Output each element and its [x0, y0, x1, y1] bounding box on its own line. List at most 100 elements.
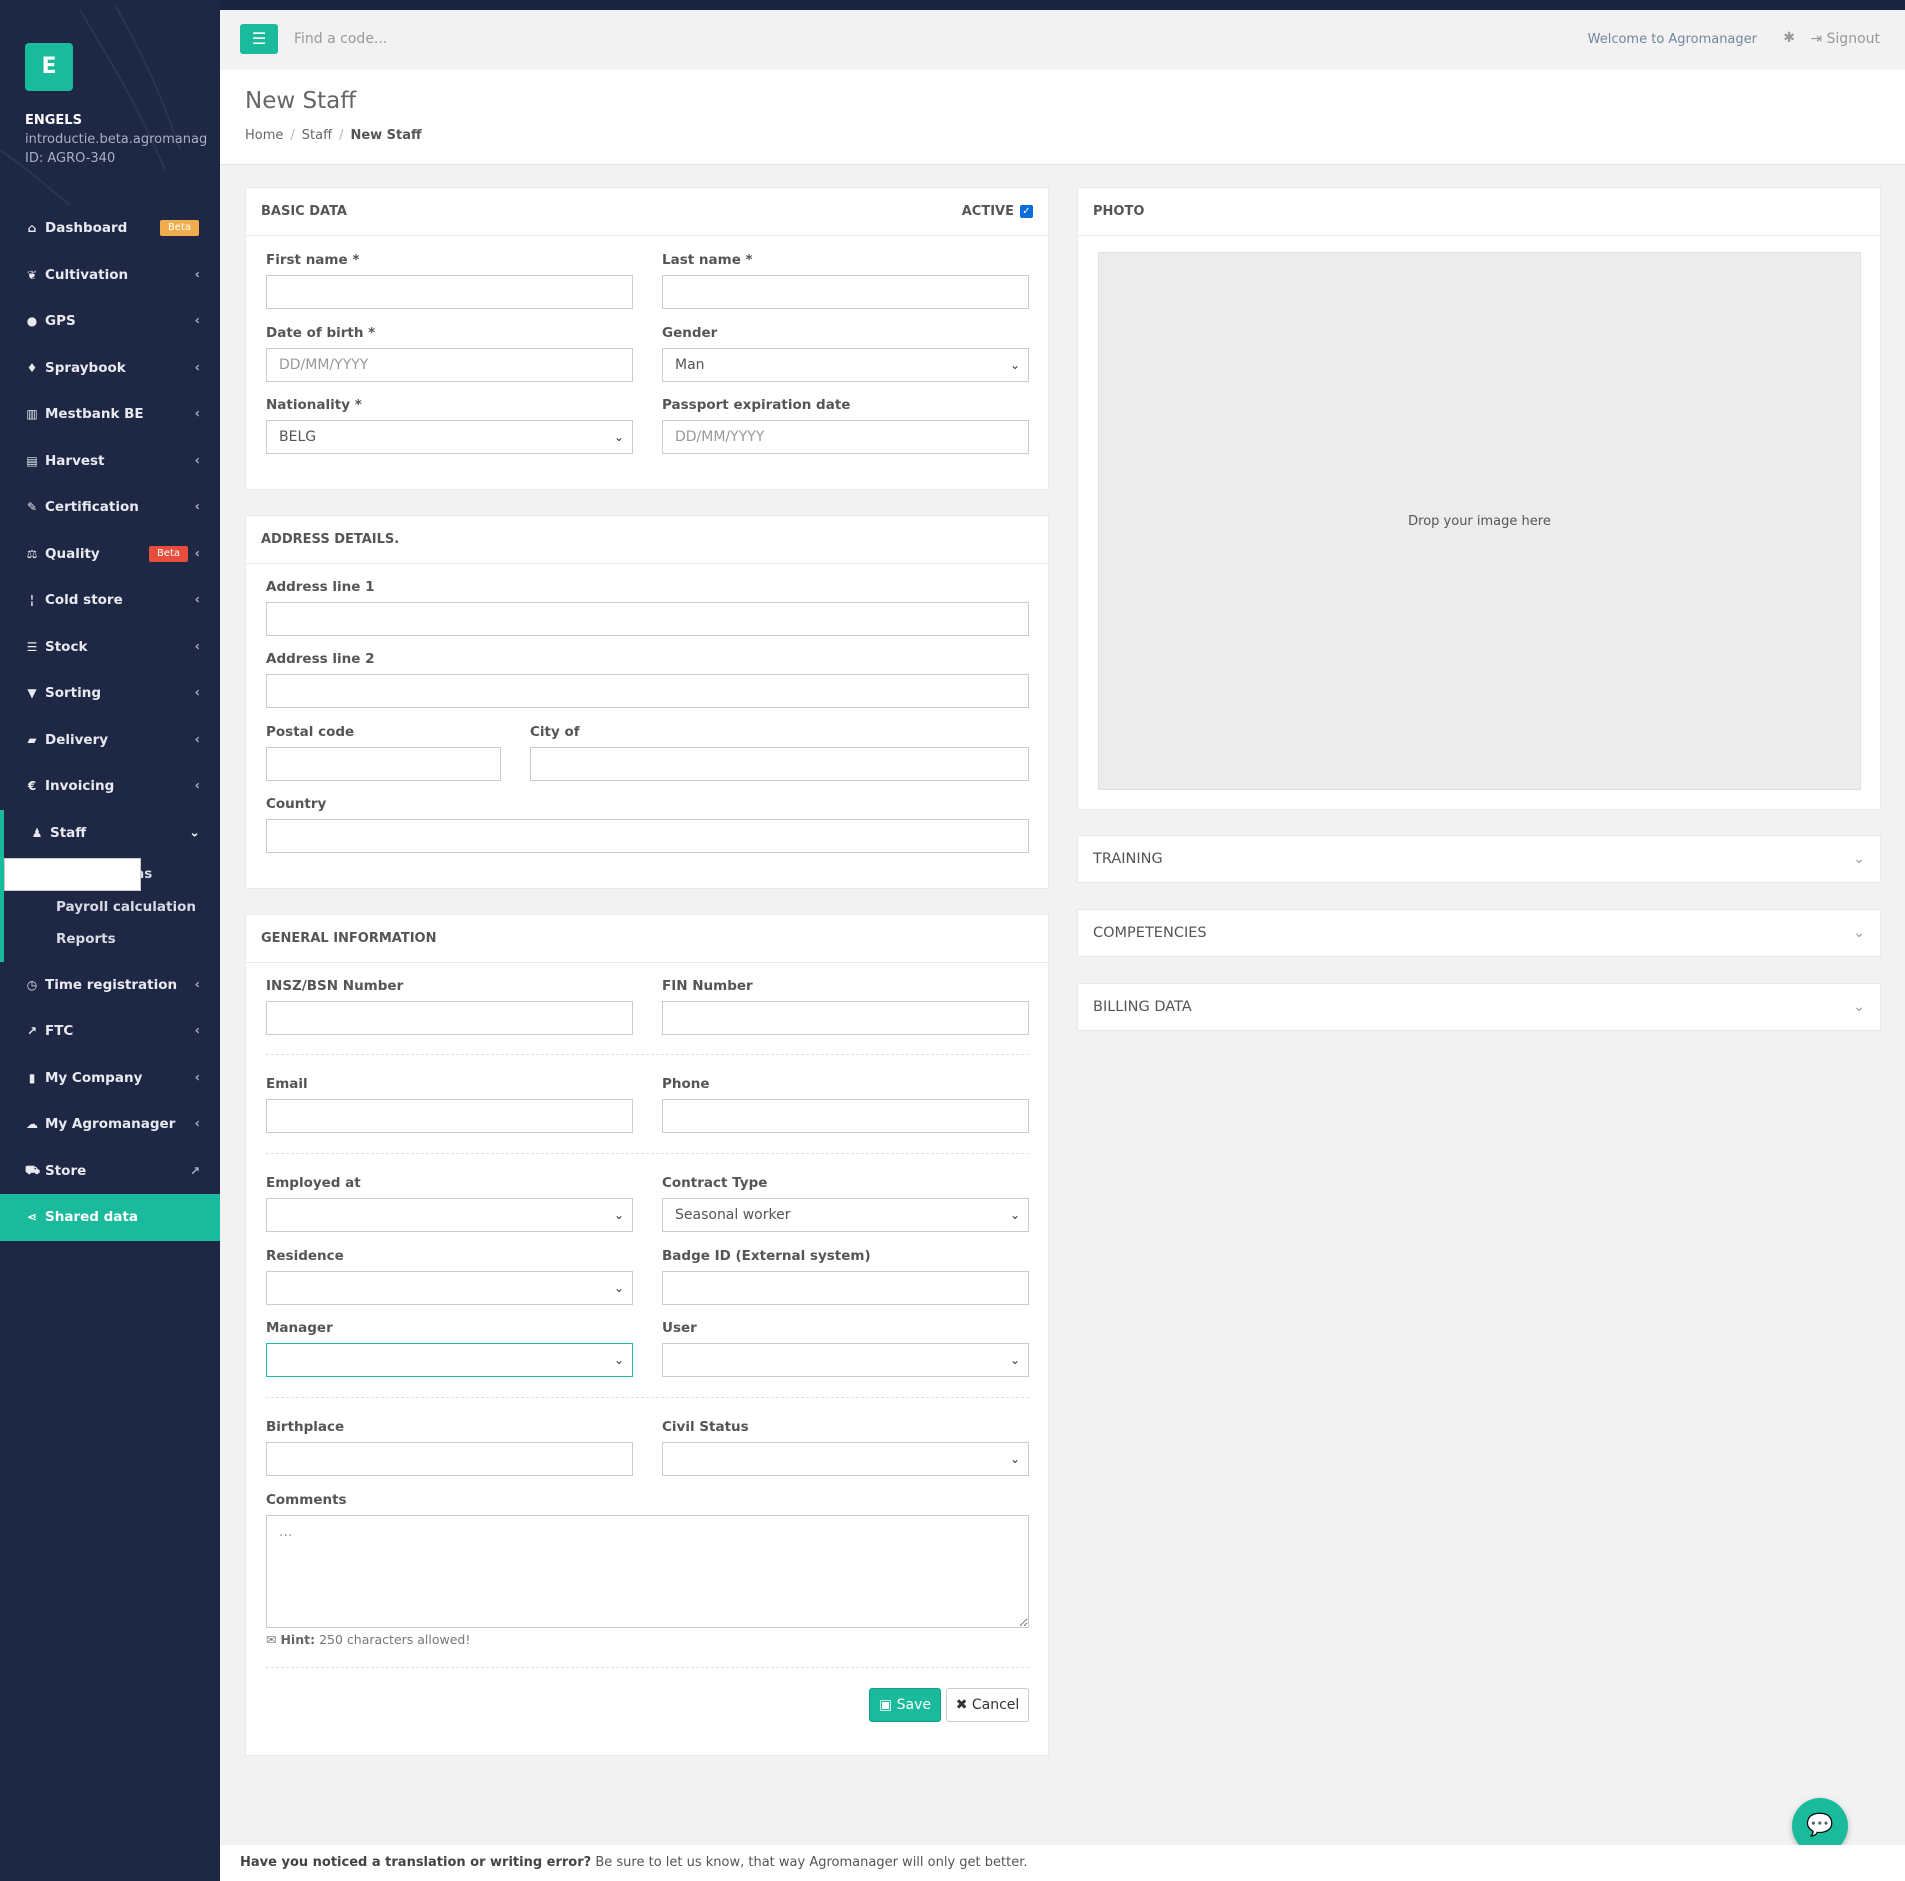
- last-name-input[interactable]: [662, 275, 1029, 309]
- employed-at-select[interactable]: ⌄: [266, 1198, 633, 1232]
- bug-report-icon[interactable]: ✱: [1783, 30, 1795, 46]
- dob-label: Date of birth *: [266, 325, 376, 341]
- sidebar-nav: ⌂ Dashboard Beta ❦ Cultivation ‹ ● GPS ‹…: [0, 205, 220, 1241]
- sidebar-item-quality[interactable]: ⚖ Quality Beta ‹: [0, 531, 220, 578]
- menu-toggle-button[interactable]: ☰: [240, 24, 278, 54]
- save-button[interactable]: ▣ Save: [869, 1688, 941, 1722]
- search-input[interactable]: [294, 24, 594, 54]
- sidebar-item-label: Dashboard: [45, 220, 128, 237]
- employed-at-label: Employed at: [266, 1175, 361, 1191]
- user-select[interactable]: ⌄: [662, 1343, 1029, 1377]
- chevron-left-icon: ‹: [194, 546, 200, 562]
- training-panel[interactable]: TRAINING ⌄: [1077, 835, 1881, 883]
- active-toggle[interactable]: ACTIVE ✓: [962, 188, 1033, 236]
- sidebar-item-harvest[interactable]: ▤ Harvest ‹: [0, 438, 220, 485]
- truck-icon: ▰: [27, 732, 37, 747]
- country-input[interactable]: [266, 819, 1029, 853]
- residence-select[interactable]: ⌄: [266, 1271, 633, 1305]
- badge-id-input[interactable]: [662, 1271, 1029, 1305]
- passport-input[interactable]: [662, 420, 1029, 454]
- fin-input[interactable]: [662, 1001, 1029, 1035]
- chevron-down-icon[interactable]: ⌄: [1853, 984, 1865, 1030]
- training-header[interactable]: TRAINING ⌄: [1078, 836, 1880, 882]
- staff-submenu: Overview Transactions Payroll calculatio…: [0, 856, 220, 962]
- hamburger-icon: ☰: [251, 29, 267, 48]
- sidebar-item-delivery[interactable]: ▰ Delivery ‹: [0, 717, 220, 764]
- chevron-down-icon[interactable]: ⌄: [1853, 910, 1865, 956]
- footer-bold-text: Have you noticed a translation or writin…: [240, 1855, 592, 1870]
- sidebar-item-staff[interactable]: ♟ Staff ⌄: [0, 809, 220, 856]
- competencies-panel[interactable]: COMPETENCIES ⌄: [1077, 909, 1881, 957]
- billing-data-header[interactable]: BILLING DATA ⌄: [1078, 984, 1880, 1030]
- sidebar-item-time-registration[interactable]: ◷ Time registration ‹: [0, 962, 220, 1009]
- sidebar-item-cultivation[interactable]: ❦ Cultivation ‹: [0, 252, 220, 299]
- general-info-title: GENERAL INFORMATION: [246, 915, 1048, 963]
- breadcrumb-staff[interactable]: Staff: [302, 128, 332, 143]
- contract-type-select[interactable]: Seasonal worker ⌄: [662, 1198, 1029, 1232]
- sidebar-item-stock[interactable]: ☰ Stock ‹: [0, 624, 220, 671]
- chevron-left-icon: ‹: [194, 313, 200, 329]
- basic-data-panel: BASIC DATA ACTIVE ✓ First name * Last nam…: [245, 187, 1049, 490]
- sidebar-item-label: Stock: [45, 638, 88, 655]
- address-title: ADDRESS DETAILS.: [246, 516, 1048, 564]
- sidebar-item-label: Quality: [45, 545, 100, 562]
- sidebar-item-label: Harvest: [45, 452, 105, 469]
- sidebar-item-sorting[interactable]: ▼ Sorting ‹: [0, 670, 220, 717]
- insz-input[interactable]: [266, 1001, 633, 1035]
- address-line1-label: Address line 1: [266, 579, 375, 595]
- sidebar-item-shared-data[interactable]: ⋖ Shared data: [0, 1194, 220, 1241]
- submenu-reports[interactable]: Reports: [4, 923, 220, 956]
- save-label: Save: [896, 1697, 932, 1713]
- sidebar-item-my-agromanager[interactable]: ☁ My Agromanager ‹: [0, 1101, 220, 1148]
- address-line2-input[interactable]: [266, 674, 1029, 708]
- sidebar-item-spraybook[interactable]: ♦ Spraybook ‹: [0, 345, 220, 392]
- gender-select[interactable]: Man ⌄: [662, 348, 1029, 382]
- sidebar-item-gps[interactable]: ● GPS ‹: [0, 298, 220, 345]
- company-info: ENGELS introductie.beta.agromanag ID: AG…: [25, 111, 215, 168]
- civil-status-select[interactable]: ⌄: [662, 1442, 1029, 1476]
- chevron-left-icon: ‹: [194, 592, 200, 608]
- gender-value: Man: [675, 357, 705, 373]
- sidebar-item-my-company[interactable]: ▮ My Company ‹: [0, 1055, 220, 1102]
- submenu-payroll-calculation[interactable]: Payroll calculation: [4, 891, 220, 924]
- beta-badge: Beta: [159, 220, 199, 237]
- email-input[interactable]: [266, 1099, 633, 1133]
- chevron-left-icon: ‹: [194, 977, 200, 993]
- sidebar-item-store[interactable]: ⛟ Store ↗: [0, 1148, 220, 1195]
- cancel-button[interactable]: ✖ Cancel: [946, 1688, 1029, 1722]
- competencies-header[interactable]: COMPETENCIES ⌄: [1078, 910, 1880, 956]
- submenu-overview[interactable]: Overview: [4, 858, 142, 891]
- sidebar-item-cold-store[interactable]: ¦ Cold store ‹: [0, 577, 220, 624]
- billing-data-panel[interactable]: BILLING DATA ⌄: [1077, 983, 1881, 1031]
- phone-input[interactable]: [662, 1099, 1029, 1133]
- postal-code-label: Postal code: [266, 724, 355, 740]
- sidebar-item-invoicing[interactable]: € Invoicing ‹: [0, 763, 220, 810]
- top-strip: [0, 0, 1905, 10]
- first-name-input[interactable]: [266, 275, 633, 309]
- cancel-label: Cancel: [971, 1697, 1020, 1713]
- page-header: New Staff Home / Staff / New Staff: [220, 70, 1905, 165]
- sidebar-item-mestbank[interactable]: ▥ Mestbank BE ‹: [0, 391, 220, 438]
- brand-logo[interactable]: E: [25, 43, 73, 91]
- divider: [266, 1667, 1029, 1668]
- comments-textarea[interactable]: [266, 1515, 1029, 1628]
- chevron-down-icon[interactable]: ⌄: [1853, 836, 1865, 882]
- postal-code-input[interactable]: [266, 747, 501, 781]
- nationality-select[interactable]: BELG ⌄: [266, 420, 633, 454]
- city-input[interactable]: [530, 747, 1029, 781]
- sidebar-item-certification[interactable]: ✎ Certification ‹: [0, 484, 220, 531]
- signout-link[interactable]: ⇥ Signout: [1810, 31, 1880, 47]
- breadcrumb-home[interactable]: Home: [245, 128, 283, 143]
- chevron-down-icon: ⌄: [189, 825, 200, 841]
- sidebar-item-ftc[interactable]: ↗ FTC ‹: [0, 1008, 220, 1055]
- close-icon: ✖: [955, 1697, 968, 1713]
- image-dropzone[interactable]: Drop your image here: [1098, 252, 1861, 790]
- welcome-text: Welcome to Agromanager: [1587, 32, 1757, 47]
- sidebar-item-dashboard[interactable]: ⌂ Dashboard Beta: [0, 205, 220, 252]
- clock-icon: ◷: [26, 977, 38, 992]
- address-line1-input[interactable]: [266, 602, 1029, 636]
- active-checkbox[interactable]: ✓: [1020, 205, 1033, 218]
- manager-select[interactable]: ⌄: [266, 1343, 633, 1377]
- dob-input[interactable]: [266, 348, 633, 382]
- birthplace-input[interactable]: [266, 1442, 633, 1476]
